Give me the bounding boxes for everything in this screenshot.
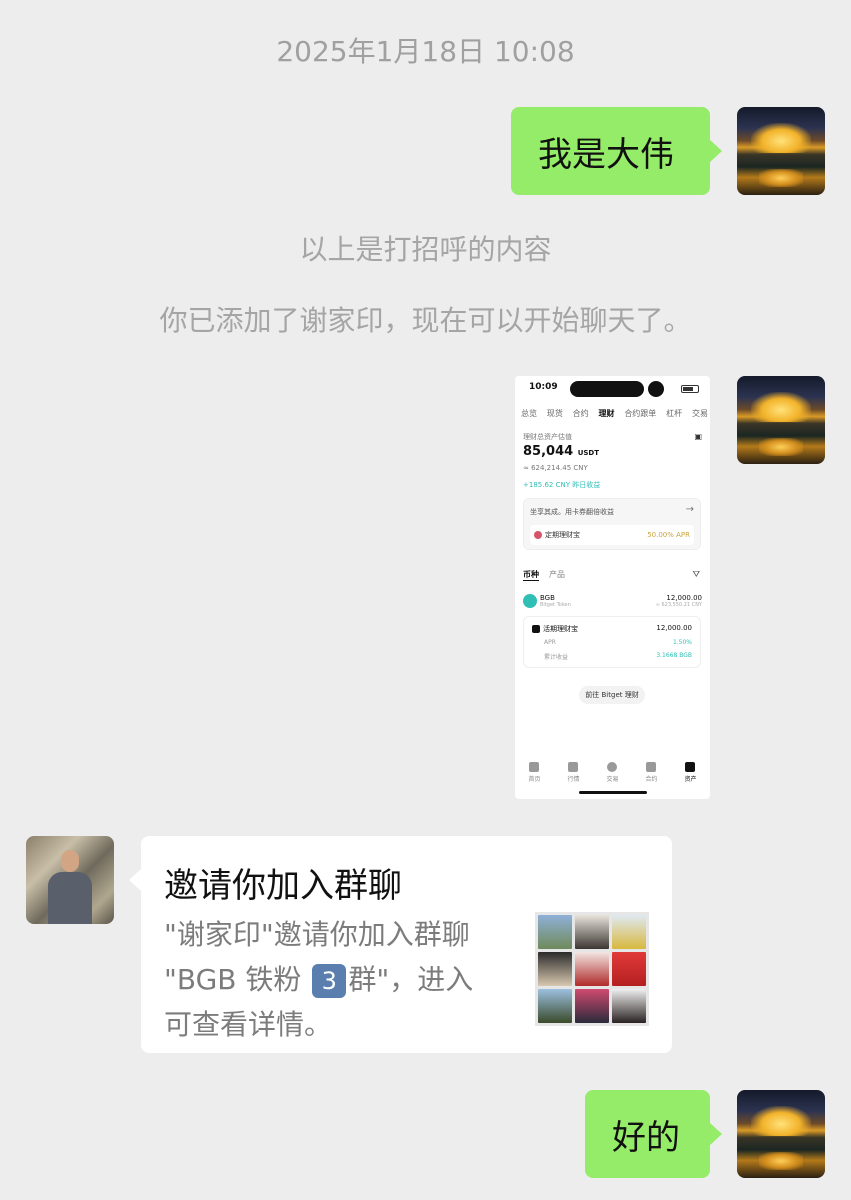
member-avatar bbox=[575, 915, 609, 949]
message-text: 我是大伟 bbox=[538, 134, 674, 175]
battery-icon bbox=[681, 385, 699, 393]
bottom-nav: 首页 行情 交易 合约 资产 bbox=[515, 762, 710, 783]
section-tab-coins: 币种 bbox=[523, 570, 539, 581]
shot-tab: 杠杆 bbox=[666, 409, 683, 418]
trade-icon bbox=[607, 762, 618, 772]
shot-tab: 交易 bbox=[691, 409, 708, 418]
promo-card: 坐享其成。用卡券翻倍收益 → 定期理财宝 50.00% APR bbox=[523, 498, 701, 550]
promo-apr: 50.00% APR bbox=[647, 531, 690, 539]
image-message-screenshot[interactable]: 10:09 总览 现货 合约 理财 合约跟单 杠杆 交易 理财总资产估值 ▣ 8… bbox=[515, 376, 710, 799]
group-avatar-grid bbox=[535, 912, 649, 1026]
dynamic-island bbox=[570, 381, 644, 397]
home-icon bbox=[529, 762, 540, 772]
product-icon bbox=[532, 625, 540, 633]
invite-line: 可查看详情。 bbox=[164, 1008, 333, 1041]
wallet-icon bbox=[685, 762, 696, 772]
coin-amount: 12,000.00 bbox=[666, 594, 702, 602]
member-avatar bbox=[575, 989, 609, 1023]
product-amount: 12,000.00 bbox=[656, 624, 692, 632]
futures-icon bbox=[646, 762, 657, 772]
assets-unit: USDT bbox=[577, 449, 600, 457]
earned-value: 3.1668 BGB bbox=[656, 652, 692, 659]
number-3-emoji: 3 bbox=[312, 964, 347, 998]
self-avatar[interactable] bbox=[737, 1090, 825, 1178]
call-icon bbox=[648, 381, 664, 397]
nav-item-assets: 资产 bbox=[684, 762, 697, 783]
message-bubble-reply[interactable]: 好的 bbox=[585, 1090, 722, 1178]
nav-item-futures: 合约 bbox=[645, 762, 658, 783]
earned-label: 累计收益 bbox=[544, 654, 569, 661]
member-avatar bbox=[612, 989, 646, 1023]
product-name: 活期理财宝 bbox=[543, 625, 578, 633]
invite-line: "BGB 铁粉 3 群"，进入 bbox=[164, 963, 474, 998]
coin-row: BGB Bitget Token 12,000.00 ≈ 623,550.21 … bbox=[523, 594, 702, 608]
arrow-right-icon: → bbox=[685, 504, 694, 515]
assets-value-row: 85,044 USDT bbox=[523, 444, 599, 459]
bgb-coin-icon bbox=[523, 594, 537, 608]
nav-item-home: 首页 bbox=[528, 762, 541, 783]
invite-title: 邀请你加入群聊 bbox=[164, 866, 402, 906]
self-avatar[interactable] bbox=[737, 107, 825, 195]
promo-product-row: 定期理财宝 50.00% APR bbox=[530, 525, 694, 545]
member-avatar bbox=[612, 952, 646, 986]
coin-subtitle: Bitget Token bbox=[540, 602, 571, 608]
member-avatar bbox=[575, 952, 609, 986]
status-time: 10:09 bbox=[529, 382, 558, 392]
goto-bitget-button: 前往 Bitget 理财 bbox=[579, 686, 645, 704]
product-card: 活期理财宝 12,000.00 APR 1.50% 累计收益 3.1668 BG… bbox=[523, 616, 701, 668]
yesterday-earnings: +185.62 CNY 昨日收益 bbox=[523, 481, 601, 489]
filter-icon: ⛛ bbox=[692, 570, 700, 580]
coin-name: BGB bbox=[540, 594, 555, 602]
apr-label: APR bbox=[544, 639, 556, 646]
contact-avatar[interactable] bbox=[26, 836, 114, 924]
system-notice: 你已添加了谢家印，现在可以开始聊天了。 bbox=[159, 304, 692, 337]
self-avatar[interactable] bbox=[737, 376, 825, 464]
shot-tab: 合约跟单 bbox=[624, 409, 657, 418]
nav-item-trade: 交易 bbox=[606, 762, 619, 783]
assets-cny: ≈ 624,214.45 CNY bbox=[523, 464, 588, 472]
apr-row: APR 1.50% bbox=[544, 639, 692, 646]
section-tab-products: 产品 bbox=[549, 570, 565, 579]
shot-tab-bar: 总览 现货 合约 理财 合约跟单 杠杆 交易 bbox=[521, 408, 708, 419]
chat-timestamp: 2025年1月18日 10:08 bbox=[276, 35, 575, 68]
shot-tab: 总览 bbox=[521, 409, 537, 418]
apr-value: 1.50% bbox=[672, 639, 692, 646]
shot-tab: 合约 bbox=[572, 409, 589, 418]
message-bubble-greeting[interactable]: 我是大伟 bbox=[511, 107, 722, 195]
group-invite-card[interactable]: 邀请你加入群聊 "谢家印"邀请你加入群聊 "BGB 铁粉 3 群"，进入 可查看详… bbox=[129, 836, 672, 1053]
chart-icon bbox=[568, 762, 579, 772]
shot-tab-active: 理财 bbox=[598, 409, 615, 418]
system-notice: 以上是打招呼的内容 bbox=[299, 233, 552, 266]
nav-item-market: 行情 bbox=[567, 762, 580, 783]
home-indicator bbox=[579, 791, 647, 794]
invite-description: "谢家印"邀请你加入群聊 "BGB 铁粉 3 群"，进入 可查看详情。 bbox=[164, 912, 509, 1047]
invite-line: "谢家印"邀请你加入群聊 bbox=[164, 918, 470, 951]
earned-row: 累计收益 3.1668 BGB bbox=[544, 652, 692, 661]
member-avatar bbox=[538, 952, 572, 986]
product-row: 活期理财宝 12,000.00 bbox=[532, 624, 692, 634]
assets-value: 85,044 bbox=[523, 444, 574, 459]
history-icon: ▣ bbox=[694, 432, 702, 441]
member-avatar bbox=[538, 915, 572, 949]
assets-label: 理财总资产估值 bbox=[523, 433, 572, 441]
product-icon bbox=[534, 531, 542, 539]
promo-title: 坐享其成。用卡券翻倍收益 bbox=[530, 508, 614, 516]
member-avatar bbox=[612, 915, 646, 949]
shot-tab: 现货 bbox=[546, 409, 563, 418]
coin-cny: ≈ 623,550.21 CNY bbox=[655, 602, 702, 608]
message-text: 好的 bbox=[612, 1117, 680, 1158]
member-avatar bbox=[538, 989, 572, 1023]
promo-product: 定期理财宝 bbox=[534, 530, 580, 540]
